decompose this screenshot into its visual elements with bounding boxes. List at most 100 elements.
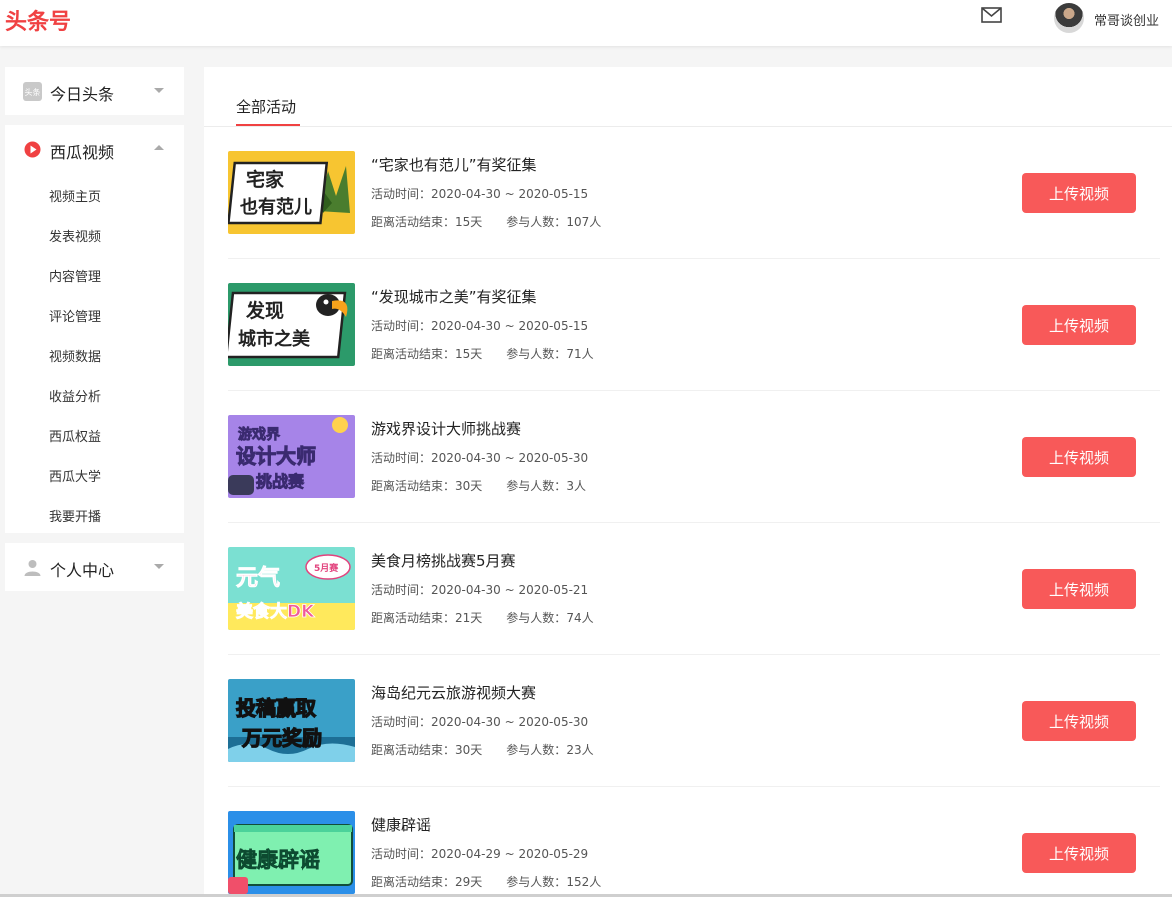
people-value: 71人 xyxy=(566,347,594,361)
remain-value: 15天 xyxy=(455,215,483,229)
sidebar-subitem-live[interactable]: 我要开播 xyxy=(49,506,101,525)
tab-all-activities[interactable]: 全部活动 xyxy=(236,96,296,117)
sidebar-toutiao-section: 头条 今日头条 xyxy=(5,67,184,115)
thumb-text: 投稿赢取 xyxy=(236,696,316,720)
activity-row: 5月赛 元气 美食大DK 美食月榜挑战赛5月赛 活动时间：2020-04-30 … xyxy=(228,523,1160,655)
chevron-down-icon xyxy=(154,564,164,569)
remain-value: 15天 xyxy=(455,347,483,361)
activity-row: 发现 城市之美 “发现城市之美”有奖征集 活动时间：2020-04-30 ~ 2… xyxy=(228,259,1160,391)
time-label: 活动时间： xyxy=(371,319,432,333)
thumb-text: 设计大师 xyxy=(236,444,316,468)
activity-thumbnail[interactable]: 发现 城市之美 xyxy=(228,283,355,366)
activity-thumbnail[interactable]: 5月赛 元气 美食大DK xyxy=(228,547,355,630)
people-value: 107人 xyxy=(566,215,602,229)
sidebar-item-personal[interactable]: 个人中心 xyxy=(5,544,184,590)
people-value: 74人 xyxy=(566,611,594,625)
upload-video-button[interactable]: 上传视频 xyxy=(1022,305,1136,345)
upload-video-button[interactable]: 上传视频 xyxy=(1022,173,1136,213)
upload-video-button[interactable]: 上传视频 xyxy=(1022,437,1136,477)
activity-title[interactable]: “宅家也有范儿”有奖征集 xyxy=(371,154,537,175)
remain-label: 距离活动结束： xyxy=(371,347,456,361)
thumb-text: 挑战赛 xyxy=(256,472,305,491)
mail-icon[interactable] xyxy=(981,7,1002,23)
people-label: 参与人数： xyxy=(506,611,567,625)
activity-stats: 距离活动结束：30天 参与人数：23人 xyxy=(371,741,594,758)
time-value: 2020-04-30 ~ 2020-05-30 xyxy=(431,451,589,465)
sidebar-item-toutiao[interactable]: 头条 今日头条 xyxy=(5,68,184,114)
people-label: 参与人数： xyxy=(506,743,567,757)
activity-title[interactable]: 美食月榜挑战赛5月赛 xyxy=(371,550,516,571)
username[interactable]: 常哥谈创业 xyxy=(1094,10,1159,29)
thumb-text: 城市之美 xyxy=(238,328,310,350)
activity-row: 宅家 也有范儿 “宅家也有范儿”有奖征集 活动时间：2020-04-30 ~ 2… xyxy=(228,127,1160,259)
sidebar-subitem-publish-video[interactable]: 发表视频 xyxy=(49,226,101,245)
upload-video-button[interactable]: 上传视频 xyxy=(1022,701,1136,741)
time-label: 活动时间： xyxy=(371,451,432,465)
activity-time: 活动时间：2020-04-30 ~ 2020-05-15 xyxy=(371,185,588,202)
toutiao-icon: 头条 xyxy=(23,82,42,101)
toutiao-icon-text: 头条 xyxy=(25,87,41,97)
sidebar-subitem-video-home[interactable]: 视频主页 xyxy=(49,186,101,205)
main-panel: 全部活动 宅家 也有范儿 “宅家也有范儿”有奖征集 活动时间：2020-04-3… xyxy=(204,67,1172,897)
people-label: 参与人数： xyxy=(506,479,567,493)
sidebar-item-xigua[interactable]: 西瓜视频 xyxy=(5,126,184,172)
sidebar-subitem-comment-manage[interactable]: 评论管理 xyxy=(49,306,101,325)
sidebar-item-label: 个人中心 xyxy=(50,561,115,580)
chevron-down-icon xyxy=(154,88,164,93)
remain-value: 30天 xyxy=(455,743,483,757)
sidebar-xigua-section: 西瓜视频 视频主页 发表视频 内容管理 评论管理 视频数据 收益分析 西瓜权益 … xyxy=(5,125,184,533)
chevron-up-icon xyxy=(154,145,164,150)
activity-stats: 距离活动结束：30天 参与人数：3人 xyxy=(371,477,586,494)
people-value: 152人 xyxy=(566,875,602,889)
time-label: 活动时间： xyxy=(371,715,432,729)
activity-thumbnail[interactable]: 游戏界 设计大师 挑战赛 xyxy=(228,415,355,498)
thumb-text: 美食大DK xyxy=(236,601,315,622)
upload-video-button[interactable]: 上传视频 xyxy=(1022,833,1136,873)
avatar[interactable] xyxy=(1054,3,1084,33)
time-value: 2020-04-29 ~ 2020-05-29 xyxy=(431,847,589,861)
xigua-icon xyxy=(24,141,41,158)
sidebar-subitem-video-data[interactable]: 视频数据 xyxy=(49,346,101,365)
thumb-text: 万元奖励 xyxy=(241,726,322,750)
remain-value: 29天 xyxy=(455,875,483,889)
time-value: 2020-04-30 ~ 2020-05-15 xyxy=(431,319,589,333)
remain-value: 30天 xyxy=(455,479,483,493)
activity-time: 活动时间：2020-04-30 ~ 2020-05-15 xyxy=(371,317,588,334)
activity-title[interactable]: 游戏界设计大师挑战赛 xyxy=(371,418,521,439)
sidebar-subitem-benefits[interactable]: 西瓜权益 xyxy=(49,426,101,445)
sidebar-subitem-university[interactable]: 西瓜大学 xyxy=(49,466,101,485)
time-label: 活动时间： xyxy=(371,583,432,597)
user-icon xyxy=(24,560,41,576)
activity-title[interactable]: 海岛纪元云旅游视频大赛 xyxy=(371,682,536,703)
sidebar-subitem-revenue[interactable]: 收益分析 xyxy=(49,386,101,405)
activity-time: 活动时间：2020-04-29 ~ 2020-05-29 xyxy=(371,845,588,862)
sidebar-subitem-content-manage[interactable]: 内容管理 xyxy=(49,266,101,285)
thumb-text: 发现 xyxy=(245,299,284,322)
logo[interactable]: 头条号 xyxy=(5,4,71,36)
activity-thumbnail[interactable]: 宅家 也有范儿 xyxy=(228,151,355,234)
activity-stats: 距离活动结束：15天 参与人数：71人 xyxy=(371,345,594,362)
activity-title[interactable]: 健康辟谣 xyxy=(371,814,431,835)
upload-video-button[interactable]: 上传视频 xyxy=(1022,569,1136,609)
people-label: 参与人数： xyxy=(506,347,567,361)
activity-stats: 距离活动结束：15天 参与人数：107人 xyxy=(371,213,601,230)
time-value: 2020-04-30 ~ 2020-05-15 xyxy=(431,187,589,201)
activity-row: 健康辟谣 健康辟谣 活动时间：2020-04-29 ~ 2020-05-29 距… xyxy=(228,787,1160,897)
time-label: 活动时间： xyxy=(371,847,432,861)
remain-label: 距离活动结束： xyxy=(371,743,456,757)
remain-label: 距离活动结束： xyxy=(371,875,456,889)
activity-row: 游戏界 设计大师 挑战赛 游戏界设计大师挑战赛 活动时间：2020-04-30 … xyxy=(228,391,1160,523)
thumb-text: 健康辟谣 xyxy=(236,848,320,872)
activity-stats: 距离活动结束：21天 参与人数：74人 xyxy=(371,609,594,626)
thumb-text: 5月赛 xyxy=(314,562,339,574)
people-value: 3人 xyxy=(566,479,586,493)
sidebar-item-label: 今日头条 xyxy=(50,85,115,104)
activity-title[interactable]: “发现城市之美”有奖征集 xyxy=(371,286,537,307)
remain-label: 距离活动结束： xyxy=(371,215,456,229)
thumb-text: 也有范儿 xyxy=(240,196,312,218)
activity-thumbnail[interactable]: 投稿赢取 万元奖励 xyxy=(228,679,355,762)
people-label: 参与人数： xyxy=(506,875,567,889)
activity-thumbnail[interactable]: 健康辟谣 xyxy=(228,811,355,894)
activity-time: 活动时间：2020-04-30 ~ 2020-05-30 xyxy=(371,449,588,466)
activity-stats: 距离活动结束：29天 参与人数：152人 xyxy=(371,873,601,890)
